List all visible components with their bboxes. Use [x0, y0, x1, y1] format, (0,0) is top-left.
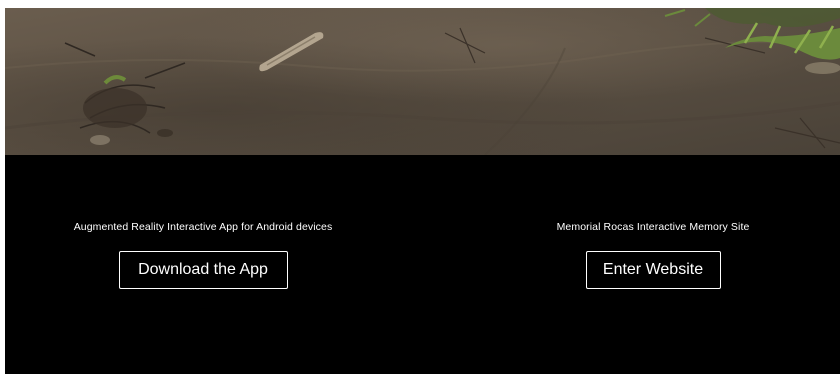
download-app-button[interactable]: Download the App	[118, 251, 288, 289]
app-caption: Augmented Reality Interactive App for An…	[73, 221, 333, 233]
app-download-section: Augmented Reality Interactive App for An…	[5, 220, 401, 289]
sand-photo-illustration	[5, 8, 840, 155]
hero-banner-image	[5, 8, 840, 155]
enter-website-button[interactable]: Enter Website	[585, 251, 721, 289]
website-caption: Memorial Rocas Interactive Memory Site	[556, 221, 750, 233]
page-container: Augmented Reality Interactive App for An…	[5, 8, 840, 374]
website-section: Memorial Rocas Interactive Memory Site E…	[455, 220, 840, 289]
